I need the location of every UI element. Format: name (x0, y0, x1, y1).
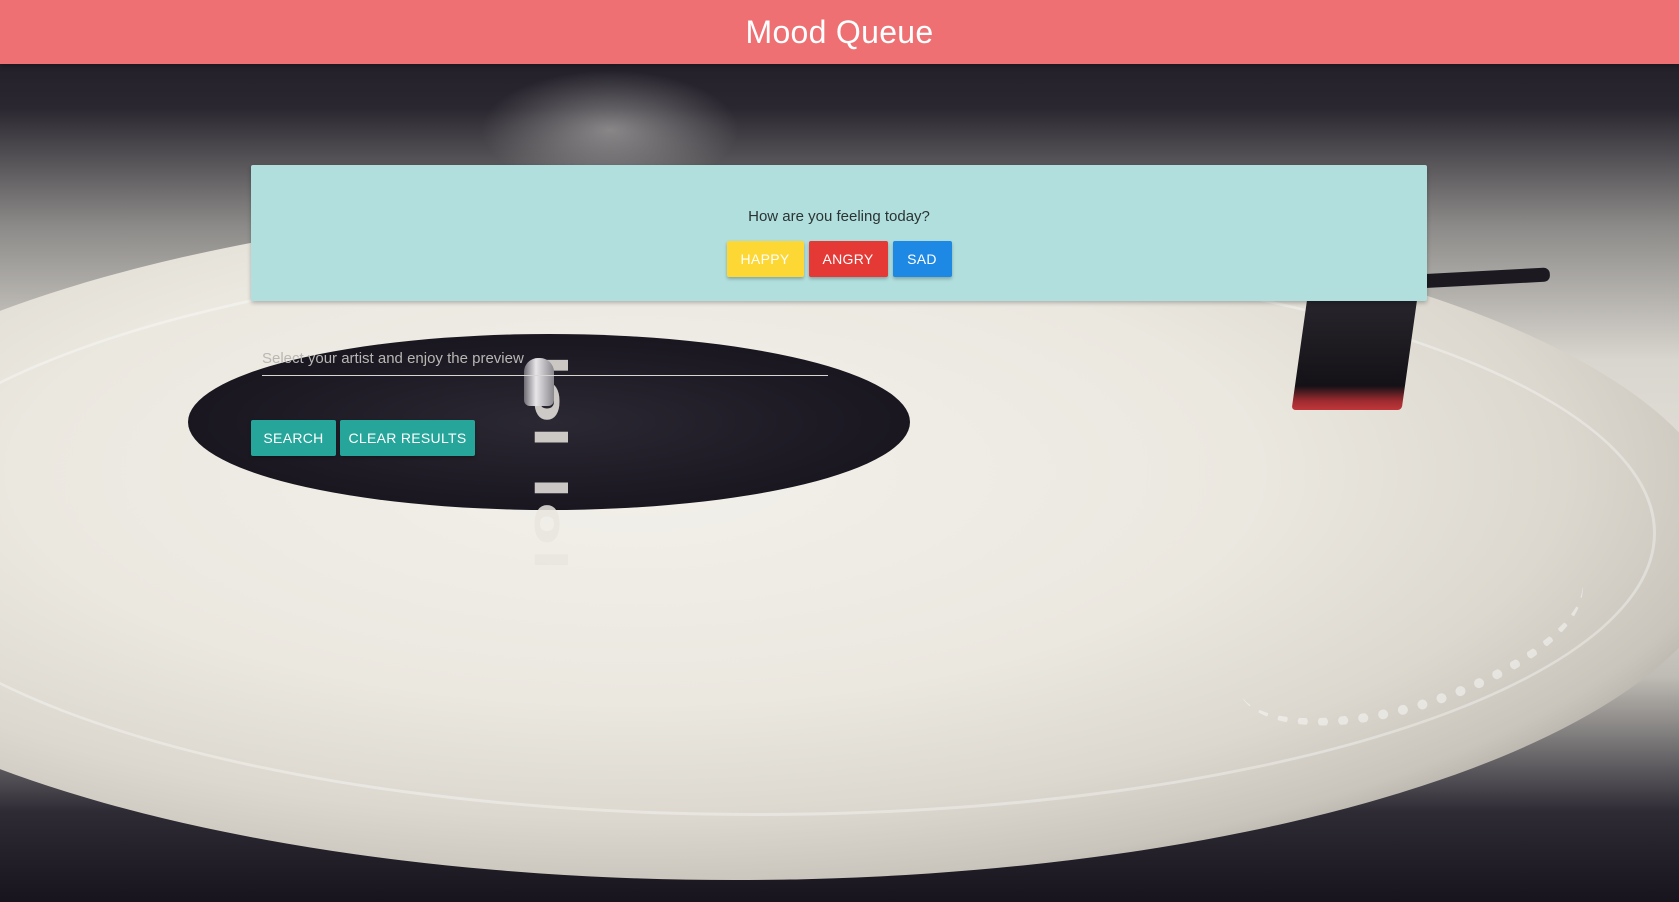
tonearm-cartridge (1291, 290, 1419, 410)
angry-button[interactable]: Angry (808, 241, 888, 277)
clear-results-button[interactable]: Clear Results (340, 420, 475, 456)
app-title: Mood Queue (745, 13, 934, 50)
mood-button-group: Happy Angry Sad (251, 241, 1427, 277)
artist-search-input[interactable] (262, 341, 828, 376)
search-button[interactable]: Search (251, 420, 336, 456)
sad-button[interactable]: Sad (892, 241, 952, 277)
app-header: Mood Queue (0, 0, 1679, 64)
mood-question: How are you feeling today? (748, 208, 930, 225)
happy-button[interactable]: Happy (726, 241, 804, 277)
artist-search-field (262, 341, 828, 376)
search-actions: Search Clear Results (251, 420, 475, 456)
mood-card: How are you feeling today? Happy Angry S… (251, 165, 1427, 301)
